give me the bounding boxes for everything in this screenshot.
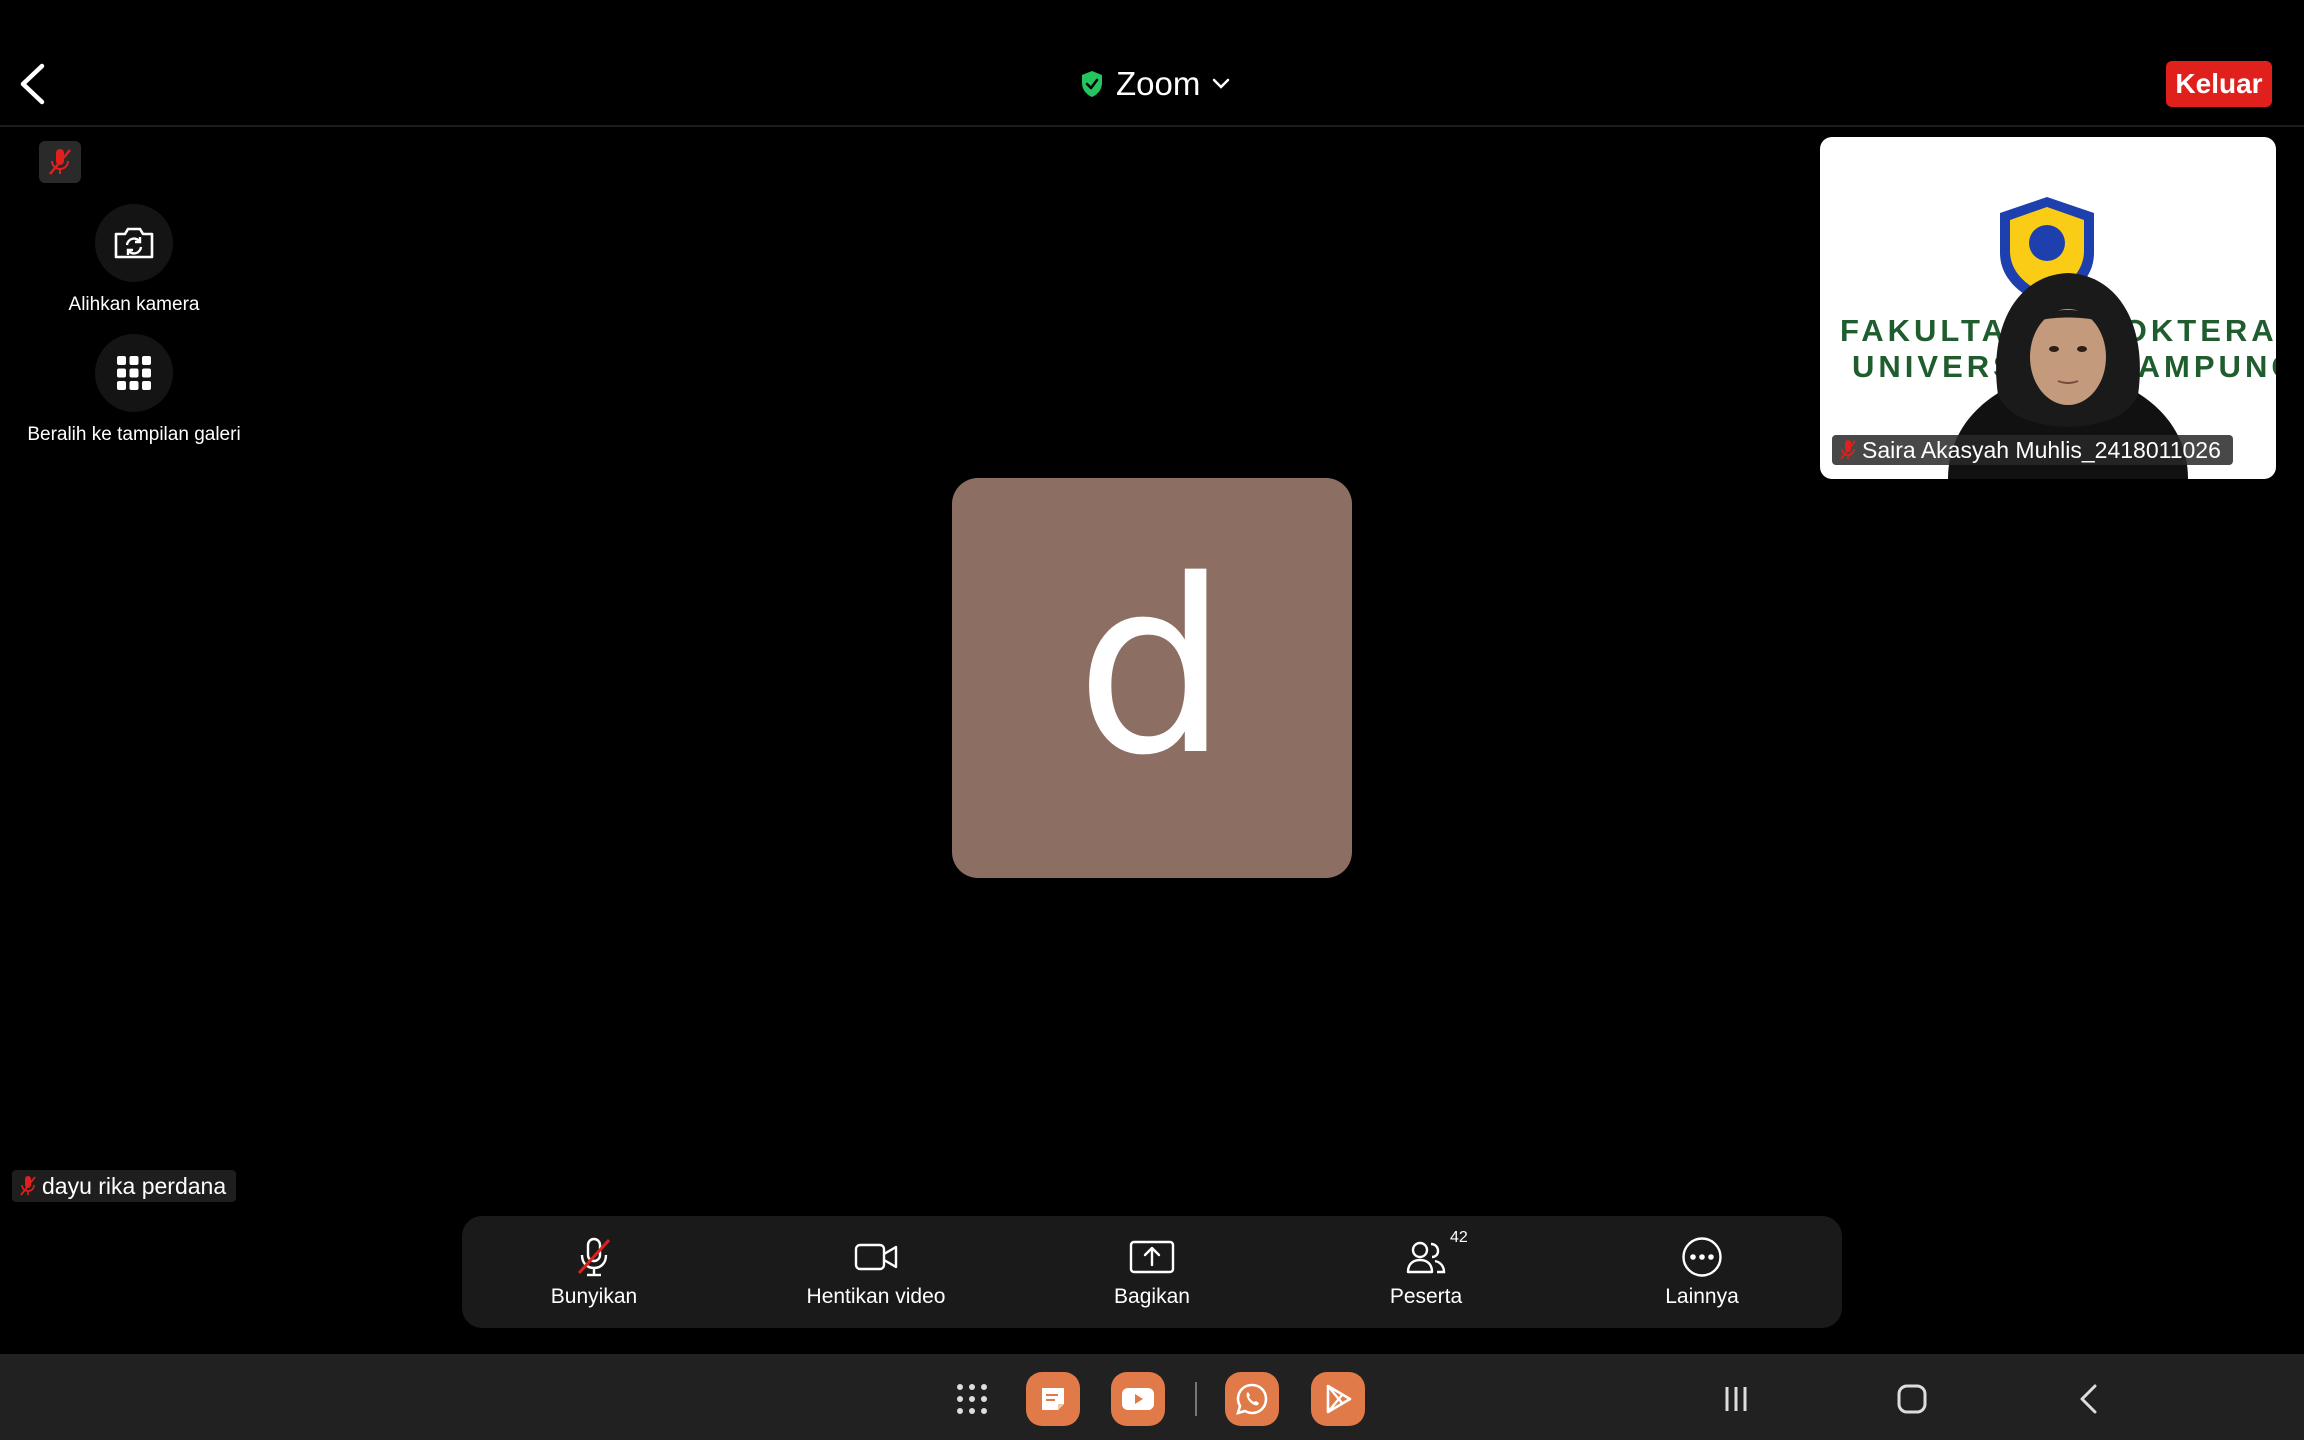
meeting-toolbar: Bunyikan Hentikan video Bagikan 42 Peser…: [462, 1216, 1842, 1328]
chevron-left-icon: [20, 63, 45, 105]
meeting-title-dropdown[interactable]: Zoom: [1080, 62, 1230, 106]
home-icon: [1897, 1384, 1927, 1414]
youtube-icon: [1122, 1388, 1154, 1410]
camera-switch-icon: [114, 227, 154, 259]
more-dots-icon: [1682, 1237, 1722, 1277]
share-screen-icon: [1129, 1240, 1175, 1274]
mic-off-icon: [49, 149, 71, 175]
participants-button[interactable]: 42 Peserta: [1296, 1216, 1556, 1328]
stop-video-button[interactable]: Hentikan video: [746, 1216, 1006, 1328]
play-store-icon: [1326, 1384, 1352, 1414]
more-label: Lainnya: [1665, 1285, 1739, 1308]
top-bar: Zoom Keluar: [0, 0, 2304, 127]
meeting-title: Zoom: [1116, 65, 1201, 102]
switch-camera-label: Alihkan kamera: [68, 294, 200, 315]
mic-off-icon: [1840, 440, 1856, 460]
dock-divider: [1195, 1382, 1197, 1416]
unmute-button[interactable]: Bunyikan: [464, 1216, 724, 1328]
pip-participant-name: Saira Akasyah Muhlis_2418011026: [1862, 436, 2221, 463]
gallery-view-button[interactable]: Beralih ke tampilan galeri: [24, 334, 244, 446]
recents-button[interactable]: [1706, 1374, 1766, 1424]
participants-icon: [1406, 1241, 1446, 1274]
chevron-down-icon: [1213, 78, 1230, 89]
notes-icon: [1042, 1388, 1064, 1410]
app-drawer-button[interactable]: [942, 1374, 1002, 1424]
system-navigation-bar: [0, 1354, 2304, 1440]
gallery-view-circle: [95, 334, 173, 412]
video-camera-icon: [854, 1243, 898, 1271]
recents-icon: [1725, 1387, 1747, 1411]
avatar-letter: d: [1075, 528, 1229, 808]
participants-count-badge: 42: [1450, 1229, 1468, 1246]
pip-participant-name-tag: Saira Akasyah Muhlis_2418011026: [1832, 435, 2233, 465]
active-speaker-avatar: d: [952, 478, 1352, 878]
mic-off-icon: [20, 1176, 36, 1196]
grid-icon: [117, 356, 151, 390]
home-button[interactable]: [1882, 1374, 1942, 1424]
switch-camera-circle: [95, 204, 173, 282]
stop-video-label: Hentikan video: [806, 1285, 946, 1308]
active-speaker-name: dayu rika perdana: [42, 1172, 227, 1199]
switch-camera-button[interactable]: Alihkan kamera: [64, 204, 204, 316]
unmute-label: Bunyikan: [550, 1285, 638, 1308]
more-button[interactable]: Lainnya: [1572, 1216, 1832, 1328]
system-back-button[interactable]: [2058, 1374, 2118, 1424]
active-speaker-name-tag: dayu rika perdana: [12, 1170, 237, 1202]
youtube-app-button[interactable]: [1111, 1372, 1165, 1426]
notes-app-button[interactable]: [1026, 1372, 1080, 1426]
back-button[interactable]: [12, 56, 52, 112]
share-button[interactable]: Bagikan: [1022, 1216, 1282, 1328]
participants-label: Peserta: [1389, 1285, 1463, 1308]
play-store-app-button[interactable]: [1311, 1372, 1365, 1426]
leave-button[interactable]: Keluar: [2166, 61, 2272, 107]
whatsapp-app-button[interactable]: [1225, 1372, 1279, 1426]
app-drawer-icon: [957, 1384, 987, 1414]
whatsapp-icon: [1236, 1383, 1268, 1415]
self-video-thumbnail[interactable]: FAKULTAS KEDOKTERAN UNIVERSITAS LAMPUNG …: [1820, 137, 2276, 479]
shield-check-icon: [1082, 71, 1102, 97]
share-label: Bagikan: [1114, 1285, 1190, 1308]
self-muted-indicator: [39, 141, 81, 183]
gallery-view-label: Beralih ke tampilan galeri: [27, 424, 241, 445]
back-icon: [2080, 1384, 2097, 1414]
mic-off-icon: [577, 1237, 611, 1277]
